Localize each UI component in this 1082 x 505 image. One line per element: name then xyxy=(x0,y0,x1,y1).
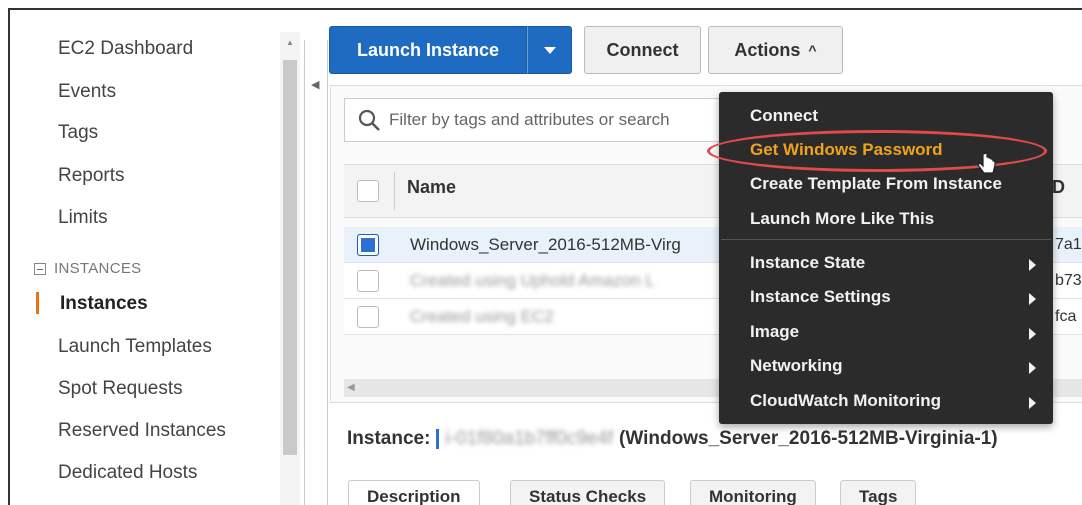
scroll-left-icon[interactable]: ◀ xyxy=(347,382,355,393)
tab-tags[interactable]: Tags xyxy=(840,480,917,505)
instance-label: Instance: xyxy=(347,428,431,449)
hand-pointer-icon xyxy=(977,152,996,174)
row-name: Created using Uphold Amazon L xyxy=(410,271,655,290)
search-input[interactable]: Filter by tags and attributes or search xyxy=(344,98,724,142)
sidebar-item-limits[interactable]: Limits xyxy=(58,207,108,229)
collapse-icon[interactable] xyxy=(34,262,46,275)
connect-button[interactable]: Connect xyxy=(584,26,701,74)
sidebar-item-spot-requests[interactable]: Spot Requests xyxy=(58,378,183,400)
instance-detail-header: Instance: i-01f80a1b7ff0c9e4f (Windows_S… xyxy=(347,428,998,450)
menu-item-instance-settings[interactable]: Instance Settings xyxy=(750,287,891,307)
sidebar-item-tags[interactable]: Tags xyxy=(58,122,98,144)
submenu-arrow-icon xyxy=(1029,397,1036,409)
tab-description[interactable]: Description xyxy=(348,480,480,505)
active-indicator xyxy=(36,292,39,314)
submenu-arrow-icon xyxy=(1029,328,1036,340)
row-checkbox[interactable] xyxy=(357,306,379,328)
row-checkbox[interactable] xyxy=(357,270,379,292)
submenu-arrow-icon xyxy=(1029,293,1036,305)
menu-item-create-template[interactable]: Create Template From Instance xyxy=(750,174,1002,194)
menu-item-networking[interactable]: Networking xyxy=(750,356,843,376)
instance-id: i-01f80a1b7ff0c9e4f xyxy=(445,428,614,449)
sidebar-item-reserved-instances[interactable]: Reserved Instances xyxy=(58,420,226,442)
actions-button[interactable]: Actions ^ xyxy=(708,26,843,74)
sidebar-collapse-handle[interactable]: ◀ xyxy=(304,40,328,505)
row-id: 7a1 xyxy=(1055,236,1082,253)
app-frame: EC2 Dashboard Events Tags Reports Limits… xyxy=(8,8,1082,505)
select-all-checkbox[interactable] xyxy=(357,180,379,202)
submenu-arrow-icon xyxy=(1029,259,1036,271)
search-icon xyxy=(358,109,380,131)
chevron-down-icon xyxy=(543,46,556,54)
submenu-arrow-icon xyxy=(1029,362,1036,374)
sidebar-item-reports[interactable]: Reports xyxy=(58,165,125,187)
sidebar-item-events[interactable]: Events xyxy=(58,81,116,103)
row-checkbox[interactable] xyxy=(357,234,379,256)
menu-item-instance-state[interactable]: Instance State xyxy=(750,253,865,273)
sidebar-item-dedicated-hosts[interactable]: Dedicated Hosts xyxy=(58,462,197,484)
sidebar-item-instances[interactable]: Instances xyxy=(60,293,148,315)
sidebar-item-launch-templates[interactable]: Launch Templates xyxy=(58,336,212,358)
instance-color-indicator xyxy=(436,429,440,449)
menu-item-connect[interactable]: Connect xyxy=(750,106,818,126)
scroll-up-icon[interactable]: ▲ xyxy=(282,38,298,52)
sidebar-section-instances[interactable]: INSTANCES xyxy=(34,260,141,277)
row-name: Created using EC2 xyxy=(410,307,554,326)
launch-dropdown-button[interactable] xyxy=(527,26,572,74)
chevron-up-icon: ^ xyxy=(808,42,817,58)
search-placeholder: Filter by tags and attributes or search xyxy=(389,110,670,129)
sidebar-section-label: INSTANCES xyxy=(54,260,142,277)
sidebar-scrollbar-thumb[interactable] xyxy=(283,60,297,455)
menu-item-launch-more[interactable]: Launch More Like This xyxy=(750,209,934,229)
instance-name: (Windows_Server_2016-512MB-Virginia-1) xyxy=(619,428,998,449)
tab-monitoring[interactable]: Monitoring xyxy=(690,480,816,505)
menu-item-image[interactable]: Image xyxy=(750,322,799,342)
menu-item-cloudwatch-monitoring[interactable]: CloudWatch Monitoring xyxy=(750,391,941,411)
row-id: b73 xyxy=(1055,272,1082,289)
launch-instance-button[interactable]: Launch Instance xyxy=(329,26,527,74)
sidebar: EC2 Dashboard Events Tags Reports Limits… xyxy=(10,10,280,505)
column-header-name[interactable]: Name xyxy=(407,177,456,198)
chevron-left-icon: ◀ xyxy=(311,79,320,91)
column-divider xyxy=(394,172,395,210)
actions-label: Actions xyxy=(734,39,801,60)
tab-status-checks[interactable]: Status Checks xyxy=(510,480,666,505)
row-name: Windows_Server_2016-512MB-Virg xyxy=(410,235,681,254)
menu-divider xyxy=(721,239,1051,240)
sidebar-item-ec2-dashboard[interactable]: EC2 Dashboard xyxy=(58,38,193,60)
row-id: fca xyxy=(1055,308,1077,325)
